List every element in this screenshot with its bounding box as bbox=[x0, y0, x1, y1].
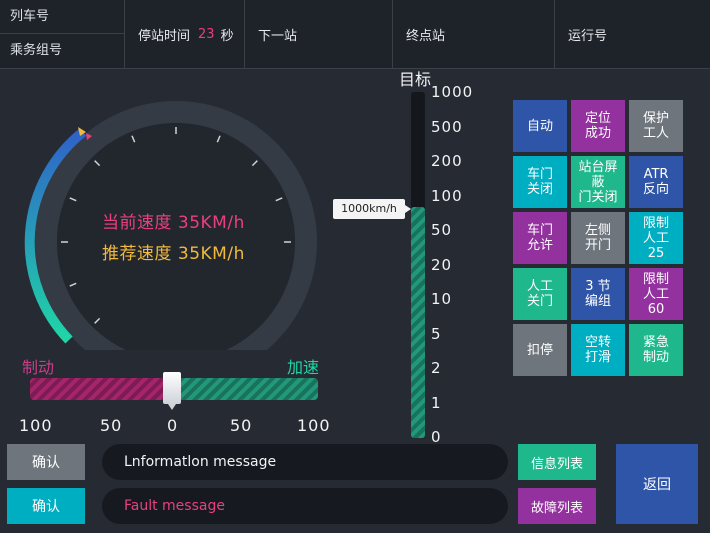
manual-close-door-button[interactable]: 人工 关门 bbox=[513, 268, 567, 320]
target-tick-label: 50 bbox=[431, 221, 453, 239]
status-header: 列车号 乘务组号 停站时间 23 秒 下一站 终点站 运行号 bbox=[0, 0, 710, 69]
terminal-station-cell: 终点站 bbox=[392, 0, 555, 68]
emergency-brake-button[interactable]: 紧急 制动 bbox=[629, 324, 683, 376]
fault-list-button[interactable]: 故障列表 bbox=[518, 488, 596, 524]
platform-screen-door-closed-button[interactable]: 站台屏蔽 门关闭 bbox=[571, 156, 625, 208]
target-bar-fill bbox=[411, 207, 425, 438]
door-closed-button[interactable]: 车门 关闭 bbox=[513, 156, 567, 208]
info-list-button[interactable]: 信息列表 bbox=[518, 444, 596, 480]
crew-number-label: 乘务组号 bbox=[10, 43, 63, 58]
target-tick-label: 1 bbox=[431, 394, 442, 412]
target-tick-label: 1000 bbox=[431, 83, 474, 101]
dwell-time-label: 停站时间 bbox=[138, 28, 191, 44]
auto-mode-button[interactable]: 自动 bbox=[513, 100, 567, 152]
protect-worker-button[interactable]: 保护 工人 bbox=[629, 100, 683, 152]
dwell-time-unit: 秒 bbox=[220, 28, 234, 44]
scale-label: 50 bbox=[100, 416, 123, 435]
target-tick-label: 5 bbox=[431, 325, 442, 343]
fault-message-box: Fault message bbox=[102, 488, 508, 524]
restricted-manual-60-button[interactable]: 限制 人工 60 bbox=[629, 268, 683, 320]
brake-label: 制动 bbox=[22, 358, 55, 377]
confirm-info-button[interactable]: 确认 bbox=[7, 444, 85, 480]
three-car-formation-button[interactable]: 3 节 编组 bbox=[571, 268, 625, 320]
target-tick-label: 200 bbox=[431, 152, 463, 170]
target-tick-label: 10 bbox=[431, 290, 453, 308]
train-info-cell: 列车号 乘务组号 bbox=[0, 0, 125, 68]
terminal-station-label: 终点站 bbox=[406, 28, 446, 44]
next-station-cell: 下一站 bbox=[244, 0, 393, 68]
recommended-speed-readout: 推荐速度 35KM/h bbox=[102, 244, 245, 264]
target-tick-label: 500 bbox=[431, 118, 463, 136]
dwell-time-value: 23 bbox=[198, 26, 215, 42]
target-tick-label: 100 bbox=[431, 187, 463, 205]
position-success-button[interactable]: 定位 成功 bbox=[571, 100, 625, 152]
train-number-label: 列车号 bbox=[0, 0, 124, 34]
target-tick-label: 20 bbox=[431, 256, 453, 274]
target-tick-label: 2 bbox=[431, 359, 442, 377]
confirm-fault-button[interactable]: 确认 bbox=[7, 488, 85, 524]
scale-label: 0 bbox=[167, 416, 179, 435]
dwell-time-cell: 停站时间 23 秒 bbox=[124, 0, 245, 68]
scale-label: 100 bbox=[297, 416, 331, 435]
info-message-box: Lnformatlon message bbox=[102, 444, 508, 480]
left-door-open-button[interactable]: 左侧 开门 bbox=[571, 212, 625, 264]
service-number-label: 运行号 bbox=[568, 28, 608, 44]
target-title: 目标 bbox=[399, 70, 432, 89]
target-speed-tooltip: 1000km/h bbox=[333, 199, 411, 219]
atr-reverse-button[interactable]: ATR 反向 bbox=[629, 156, 683, 208]
slider-handle[interactable] bbox=[163, 372, 181, 410]
service-number-cell: 运行号 bbox=[554, 0, 709, 68]
brake-zone bbox=[30, 378, 174, 400]
scale-label: 50 bbox=[230, 416, 253, 435]
hold-stop-button[interactable]: 扣停 bbox=[513, 324, 567, 376]
accel-zone bbox=[174, 378, 318, 400]
wheel-slip-button[interactable]: 空转 打滑 bbox=[571, 324, 625, 376]
fault-message-text: Fault message bbox=[124, 498, 225, 514]
scale-label: 100 bbox=[19, 416, 53, 435]
info-message-text: Lnformatlon message bbox=[124, 454, 277, 470]
restricted-manual-25-button[interactable]: 限制 人工 25 bbox=[629, 212, 683, 264]
back-button[interactable]: 返回 bbox=[616, 444, 698, 524]
speedometer-face bbox=[57, 123, 295, 350]
current-speed-readout: 当前速度 35KM/h bbox=[102, 213, 245, 233]
accel-label: 加速 bbox=[287, 358, 320, 377]
next-station-label: 下一站 bbox=[258, 28, 298, 44]
door-enable-button[interactable]: 车门 允许 bbox=[513, 212, 567, 264]
